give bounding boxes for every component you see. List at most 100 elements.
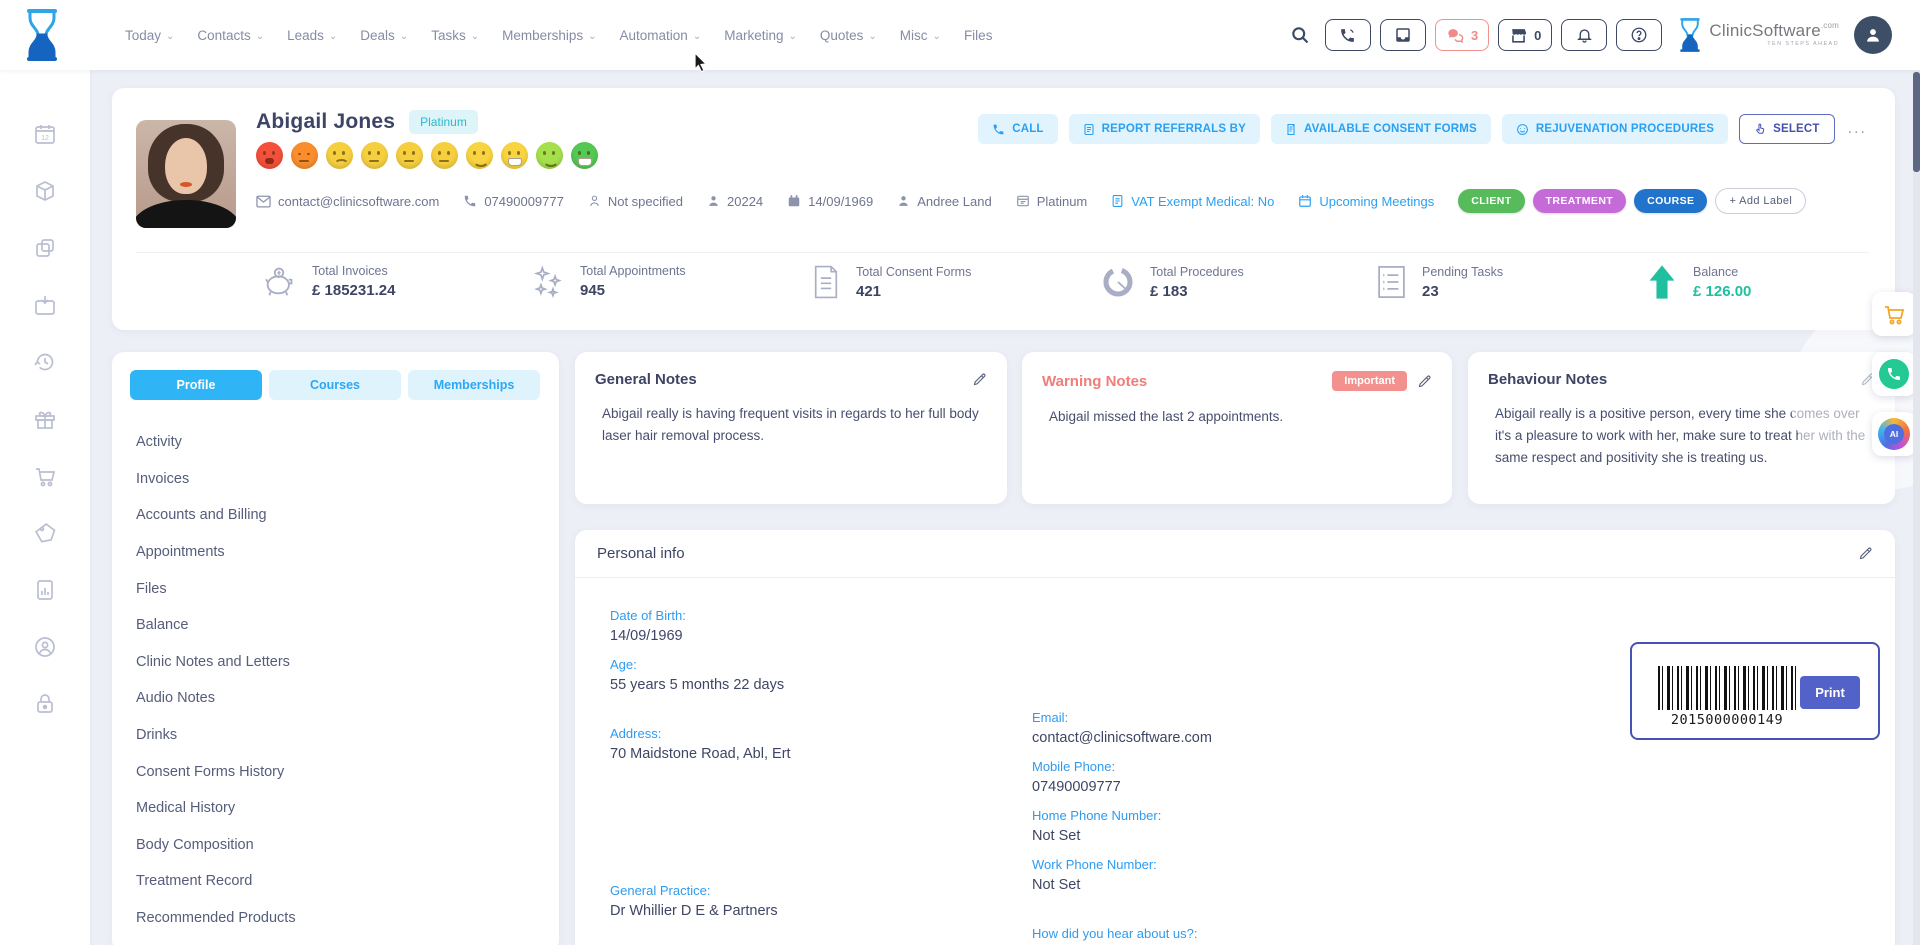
nav-item-tasks[interactable]: Tasks ⌄ xyxy=(431,28,479,43)
nav-item-contacts[interactable]: Contacts ⌄ xyxy=(197,28,264,43)
email-item[interactable]: contact@clinicsoftware.com xyxy=(256,194,439,209)
stat-pending-tasks[interactable]: Pending Tasks 23 xyxy=(1375,264,1503,300)
report-icon[interactable] xyxy=(33,578,57,602)
photo-lips xyxy=(180,182,192,187)
rejuvenation-procedures-button[interactable]: REJUVENATION PROCEDURES xyxy=(1501,114,1729,144)
print-barcode-button[interactable]: Print xyxy=(1800,676,1860,709)
client-id-item[interactable]: 20224 xyxy=(707,194,763,209)
menu-item-audio-notes[interactable]: Audio Notes xyxy=(130,680,541,717)
notifications-button[interactable] xyxy=(1561,19,1608,51)
edit-pencil-icon[interactable] xyxy=(1417,374,1432,389)
menu-item-consent-forms-history[interactable]: Consent Forms History xyxy=(130,753,541,790)
stat-value: £ 185231.24 xyxy=(312,282,396,299)
menu-item-accounts-and-billing[interactable]: Accounts and Billing xyxy=(130,497,541,534)
floating-call-widget[interactable] xyxy=(1872,352,1916,396)
report-referrals-button[interactable]: REPORT REFERRALS BY xyxy=(1068,114,1261,144)
help-button[interactable] xyxy=(1616,19,1663,51)
clinic-crm-app: Today ⌄ Contacts ⌄ Leads ⌄ Deals ⌄ Tasks ⌄ Me… xyxy=(0,0,1920,945)
nav-item-misc[interactable]: Misc ⌄ xyxy=(900,28,941,43)
search-icon[interactable] xyxy=(1290,25,1310,45)
more-options-button[interactable]: ... xyxy=(1846,120,1869,138)
menu-item-activity[interactable]: Activity xyxy=(130,424,541,461)
owner-item[interactable]: Andree Land xyxy=(897,194,992,209)
cart-icon[interactable] xyxy=(33,464,57,488)
floating-cart-widget[interactable] xyxy=(1872,292,1916,336)
mood-emoji-icon[interactable] xyxy=(291,142,318,169)
history-icon[interactable] xyxy=(33,350,57,374)
dialer-button[interactable] xyxy=(1324,19,1371,51)
nav-item-deals[interactable]: Deals ⌄ xyxy=(360,28,408,43)
menu-item-medical-history[interactable]: Medical History xyxy=(130,790,541,827)
vertical-scrollbar-thumb[interactable] xyxy=(1913,72,1920,172)
tag-icon[interactable] xyxy=(33,521,57,545)
select-button[interactable]: SELECT xyxy=(1739,114,1835,144)
edit-pencil-icon[interactable] xyxy=(972,372,987,387)
tab-profile[interactable]: Profile xyxy=(130,370,262,400)
label-pill-course[interactable]: COURSE xyxy=(1634,189,1708,213)
label-pill-client[interactable]: CLIENT xyxy=(1458,189,1525,213)
mood-emoji-icon[interactable] xyxy=(571,142,598,169)
mood-emoji-icon[interactable] xyxy=(396,142,423,169)
lock-icon[interactable] xyxy=(33,692,57,716)
basket-icon[interactable] xyxy=(33,293,57,317)
chat-notifications-button[interactable]: 3 xyxy=(1434,19,1490,51)
tab-courses[interactable]: Courses xyxy=(269,370,401,400)
vat-exempt-link[interactable]: VAT Exempt Medical: No xyxy=(1111,194,1274,209)
nav-item-leads[interactable]: Leads ⌄ xyxy=(287,28,337,43)
menu-item-invoices[interactable]: Invoices xyxy=(130,461,541,498)
menu-item-balance[interactable]: Balance xyxy=(130,607,541,644)
gender-value: Not specified xyxy=(607,193,683,209)
stat-total-consent-forms[interactable]: Total Consent Forms 421 xyxy=(810,264,971,300)
available-consent-forms-label: AVAILABLE CONSENT FORMS xyxy=(1304,123,1477,135)
app-logo-hourglass-icon[interactable] xyxy=(22,8,62,62)
patient-photo[interactable] xyxy=(136,120,236,228)
nav-item-quotes[interactable]: Quotes ⌄ xyxy=(820,28,877,43)
menu-item-drinks[interactable]: Drinks xyxy=(130,717,541,754)
gender-item[interactable]: Not specified xyxy=(588,194,683,209)
available-consent-forms-button[interactable]: AVAILABLE CONSENT FORMS xyxy=(1271,114,1491,144)
nav-item-memberships[interactable]: Memberships ⌄ xyxy=(502,28,596,43)
nav-item-automation[interactable]: Automation ⌄ xyxy=(620,28,702,43)
upcoming-meetings-link[interactable]: Upcoming Meetings xyxy=(1298,194,1434,209)
menu-item-treatment-record[interactable]: Treatment Record xyxy=(130,863,541,900)
calendar-icon[interactable]: 12 xyxy=(33,122,57,146)
copy-icon[interactable] xyxy=(33,236,57,260)
nav-item-today[interactable]: Today ⌄ xyxy=(125,28,174,43)
menu-item-body-composition[interactable]: Body Composition xyxy=(130,827,541,864)
nav-item-files[interactable]: Files xyxy=(964,28,993,43)
sparkles-icon xyxy=(530,264,566,299)
user-avatar[interactable] xyxy=(1854,16,1892,54)
floating-ai-widget[interactable]: AI xyxy=(1872,412,1916,456)
level-item[interactable]: Platinum xyxy=(1016,194,1087,209)
dob-item[interactable]: 14/09/1969 xyxy=(787,194,873,209)
mood-emoji-icon[interactable] xyxy=(256,142,283,169)
mood-emoji-icon[interactable] xyxy=(466,142,493,169)
mood-emoji-icon[interactable] xyxy=(501,142,528,169)
mood-emoji-icon[interactable] xyxy=(431,142,458,169)
package-icon[interactable] xyxy=(33,179,57,203)
stat-total-appointments[interactable]: Total Appointments 945 xyxy=(530,264,686,299)
mood-emoji-icon[interactable] xyxy=(536,142,563,169)
add-label-button[interactable]: + Add Label xyxy=(1715,188,1807,214)
clinicsoftware-logo[interactable]: ClinicSoftware.com TEN STEPS AHEAD xyxy=(1677,17,1839,53)
menu-item-appointments[interactable]: Appointments xyxy=(130,534,541,571)
menu-item-files[interactable]: Files xyxy=(130,570,541,607)
stat-total-procedures[interactable]: Total Procedures £ 183 xyxy=(1100,264,1244,300)
mood-emoji-icon[interactable] xyxy=(361,142,388,169)
mood-emoji-icon[interactable] xyxy=(326,142,353,169)
menu-item-recommended-products[interactable]: Recommended Products xyxy=(130,900,541,937)
phone-item[interactable]: 07490009777 xyxy=(463,194,564,209)
call-button[interactable]: CALL xyxy=(978,114,1058,144)
stat-balance[interactable]: Balance £ 126.00 xyxy=(1645,264,1751,300)
inbox-button[interactable] xyxy=(1379,19,1426,51)
nav-item-marketing[interactable]: Marketing ⌄ xyxy=(724,28,797,43)
stat-total-invoices[interactable]: Total Invoices £ 185231.24 xyxy=(260,264,395,299)
profile-icon[interactable] xyxy=(33,635,57,659)
tab-memberships[interactable]: Memberships xyxy=(408,370,540,400)
store-button[interactable]: 0 xyxy=(1498,19,1553,51)
label-pill-treatment[interactable]: TREATMENT xyxy=(1532,189,1627,213)
menu-item-clinic-notes-and-letters[interactable]: Clinic Notes and Letters xyxy=(130,644,541,681)
edit-pencil-icon[interactable] xyxy=(1858,546,1873,561)
vertical-scrollbar-track[interactable] xyxy=(1913,70,1920,945)
gift-icon[interactable] xyxy=(33,407,57,431)
